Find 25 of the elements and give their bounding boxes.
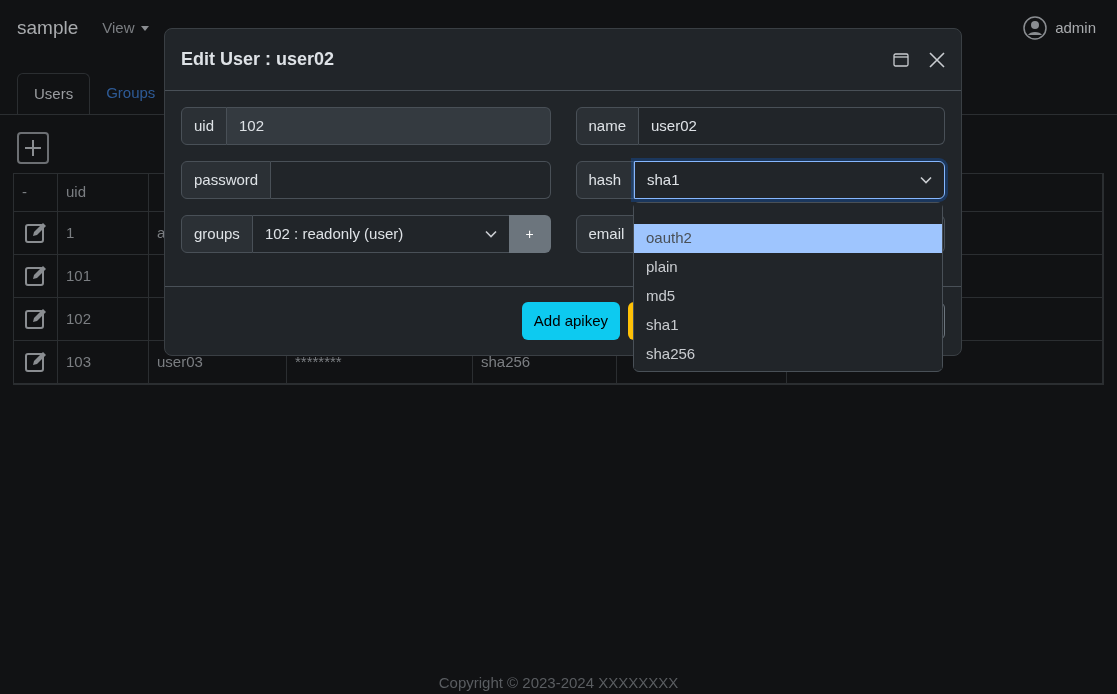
column-header: uid	[58, 174, 149, 212]
table-cell: 103	[58, 341, 149, 384]
field-label: password	[181, 161, 272, 199]
table-cell: 102	[58, 298, 149, 341]
field-label: name	[575, 107, 640, 145]
table-cell: 1	[58, 212, 149, 255]
select-field[interactable]: 102 : readonly (user)	[252, 215, 509, 253]
nav-menu[interactable]: View	[102, 16, 149, 40]
input-field[interactable]: user02	[639, 107, 945, 145]
add-group-button[interactable]: +	[508, 215, 551, 253]
select-field[interactable]: sha1	[634, 161, 945, 199]
tab[interactable]: Users	[17, 73, 91, 114]
dropdown-option[interactable]: oauth2	[634, 224, 942, 253]
select-value: sha1	[647, 169, 680, 190]
input-field[interactable]: 102	[227, 107, 551, 145]
user-name[interactable]: admin	[1055, 16, 1096, 40]
brand[interactable]: sample	[17, 13, 79, 43]
field-label: groups	[181, 215, 253, 253]
field-label: uid	[181, 107, 228, 145]
column-header: -	[14, 174, 58, 212]
field-label: hash	[575, 161, 635, 199]
dialog-title: Edit User : user02	[181, 48, 335, 71]
table-cell: 101	[58, 255, 149, 298]
copyright-text: Copyright © 2023-2024 XXXXXXXX	[438, 673, 679, 693]
dialog-button[interactable]: Add apikey	[521, 302, 620, 340]
